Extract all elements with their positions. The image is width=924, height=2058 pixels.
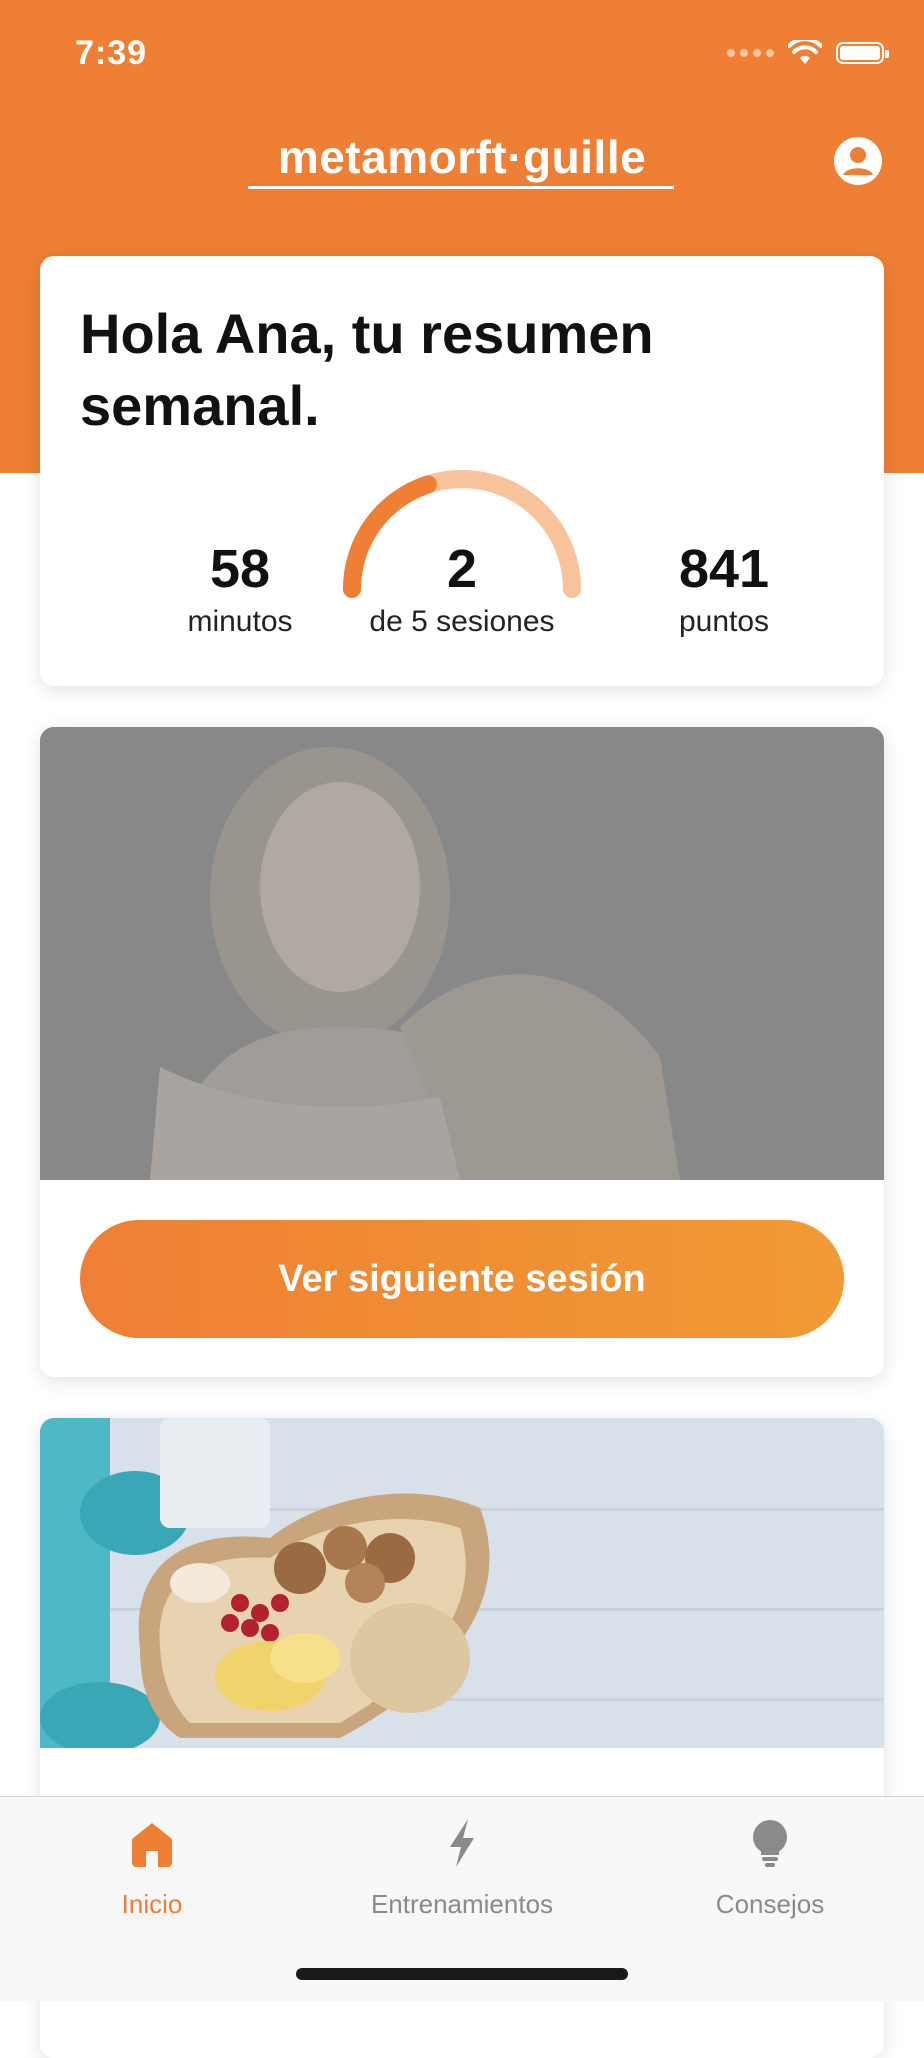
home-indicator [296,1968,628,1980]
profile-icon[interactable] [832,135,884,187]
minutes-value: 58 [209,539,271,599]
status-time: 7:39 [75,34,148,72]
minutes-label: minutos [187,605,293,638]
home-icon [132,1823,172,1867]
minutes-stat: 58 minutos [130,539,350,639]
nutrition-photo [40,1418,884,1748]
signal-icon [727,49,774,57]
summary-title: Hola Ana, tu resumen semanal. [80,302,654,437]
tab-entrenamientos[interactable]: Entrenamientos [312,1817,612,1920]
app-logo: metamorft·guille [277,131,647,183]
lightbulb-icon [753,1820,787,1867]
tab-consejos-label: Consejos [715,1889,825,1919]
weekly-summary-card: Hola Ana, tu resumen semanal. 58 minutos… [40,256,884,686]
trainer-photo [40,727,884,1180]
next-session-card: Ver siguiente sesión [40,727,884,1377]
logo-underline [248,186,674,189]
status-icons [727,40,889,66]
sessions-label: de 5 sesiones [369,605,555,638]
points-label: puntos [678,605,770,638]
points-stat: 841 puntos [614,539,834,639]
next-session-button[interactable]: Ver siguiente sesión [80,1220,844,1338]
battery-icon [836,42,889,64]
sessions-stat: 2 de 5 sesiones [340,539,584,639]
points-value: 841 [678,539,770,599]
tab-inicio-label: Inicio [121,1889,183,1919]
tab-entrenamientos-label: Entrenamientos [370,1889,554,1919]
tab-consejos[interactable]: Consejos [620,1817,920,1920]
sessions-value: 2 [446,539,478,599]
tab-inicio[interactable]: Inicio [2,1817,302,1920]
wifi-icon [788,40,822,64]
lightning-icon [450,1819,474,1867]
